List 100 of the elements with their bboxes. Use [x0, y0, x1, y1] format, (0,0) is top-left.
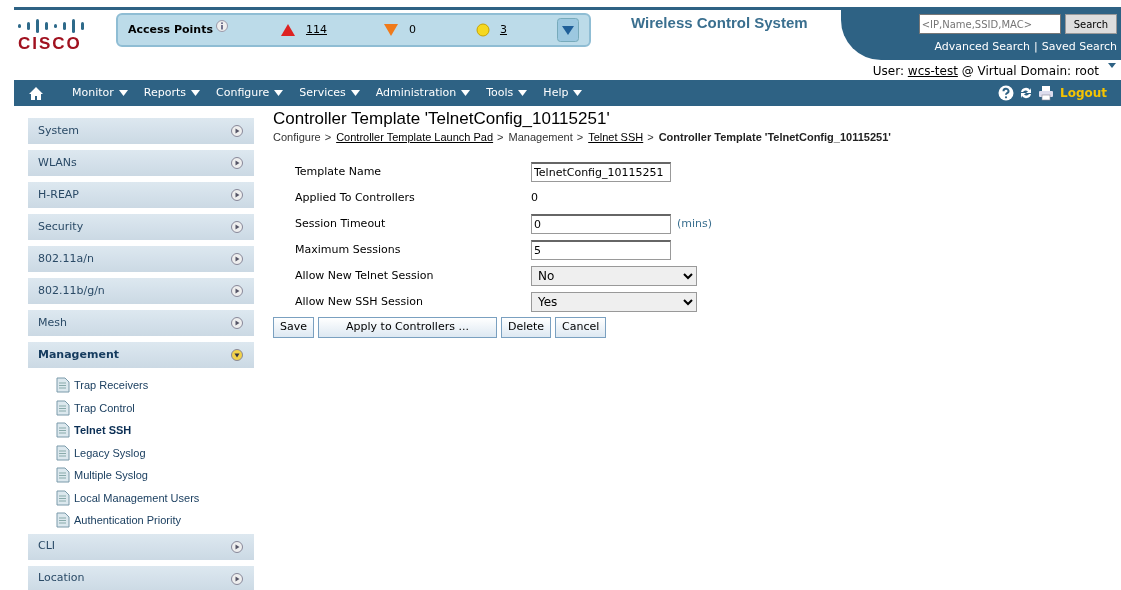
breadcrumb-text: Management [508, 129, 573, 145]
breadcrumb-separator: > [497, 129, 504, 145]
document-icon [56, 444, 70, 461]
username-link[interactable]: wcs-test [907, 64, 958, 78]
input-field[interactable]: 5 [531, 240, 671, 261]
search-button[interactable]: Search [1064, 14, 1117, 34]
caret-icon [518, 89, 528, 96]
field-label: Allow New SSH Session [295, 293, 425, 310]
sidebar-link[interactable]: Trap Receivers [74, 377, 149, 394]
select-field[interactable]: No [531, 266, 697, 287]
app-title: Wireless Control System [631, 13, 808, 33]
select-field[interactable]: Yes [531, 292, 697, 313]
field-value: 0 [531, 189, 538, 206]
alarm-count: 0 [408, 21, 416, 38]
field-label: Maximum Sessions [295, 241, 402, 258]
document-icon [56, 399, 70, 416]
alarm-title: Access Points [128, 21, 213, 38]
menu-item[interactable]: Reports [143, 84, 201, 102]
field-label: Template Name [295, 163, 383, 180]
info-icon[interactable] [215, 19, 228, 32]
caret-icon [461, 89, 471, 96]
menu-item[interactable]: Administration [375, 84, 471, 102]
sidebar-header[interactable]: H-REAP [28, 182, 254, 208]
separator-text: | [1034, 40, 1038, 53]
menu-item[interactable]: Help [543, 84, 583, 102]
caret-icon [350, 89, 360, 96]
sidebar-link[interactable]: Authentication Priority [74, 512, 181, 529]
document-icon [56, 512, 70, 529]
expand-right-icon [230, 252, 244, 266]
home-icon[interactable] [28, 85, 44, 101]
caret-icon [573, 89, 583, 96]
menu-item[interactable]: Services [299, 84, 360, 102]
sidebar-header[interactable]: Location [28, 565, 254, 590]
form-button[interactable]: Apply to Controllers ... [318, 317, 497, 339]
field-label: Session Timeout [295, 215, 387, 232]
expand-right-icon [230, 539, 244, 554]
sidebar-header[interactable]: WLANs [28, 150, 254, 176]
breadcrumb-link[interactable]: Telnet SSH [588, 128, 644, 146]
search-link[interactable]: Advanced Search [934, 40, 1030, 53]
circle-icon [475, 23, 490, 37]
refresh-icon[interactable] [1018, 85, 1034, 101]
field-label: Allow New Telnet Session [295, 267, 435, 284]
logo-text: CISCO [18, 34, 83, 52]
dropdown-icon[interactable] [557, 18, 579, 42]
expand-right-icon [230, 316, 244, 330]
document-icon [56, 422, 70, 439]
sidebar-header[interactable]: System [28, 118, 254, 144]
sidebar-link[interactable]: Telnet SSH [74, 422, 132, 439]
domain-label: @ Virtual Domain: [960, 64, 1073, 78]
expand-right-icon [230, 220, 244, 234]
user-label: User: [872, 64, 905, 78]
sidebar-link[interactable]: Multiple Syslog [74, 467, 148, 484]
menu-item[interactable]: Tools [486, 84, 528, 102]
menu-item[interactable]: Monitor [72, 84, 128, 102]
document-icon [56, 467, 70, 484]
expand-right-icon [230, 124, 244, 138]
domain-value: root [1074, 64, 1099, 78]
expand-right-icon [230, 571, 244, 586]
breadcrumb-separator: > [647, 129, 654, 145]
form-button[interactable]: Save [273, 317, 314, 339]
breadcrumb-link[interactable]: Controller Template Launch Pad [336, 128, 494, 146]
sidebar-header[interactable]: 802.11a/n [28, 246, 254, 272]
sidebar-header[interactable]: CLI [28, 533, 254, 560]
input-field[interactable]: TelnetConfig_10115251 [531, 162, 671, 183]
page-title: Controller Template 'TelnetConfig_10115251' [273, 110, 611, 129]
menu-item[interactable]: Configure [216, 84, 284, 102]
caret-icon[interactable] [1107, 62, 1117, 70]
expand-right-icon [230, 284, 244, 298]
expand-right-icon [230, 156, 244, 170]
alarm-count-link[interactable]: 114 [305, 21, 327, 39]
sidebar-link[interactable]: Trap Control [74, 399, 135, 416]
alarm-count-link[interactable]: 3 [499, 21, 507, 39]
field-label: Applied To Controllers [295, 189, 416, 206]
input-field[interactable]: 0 [531, 214, 671, 235]
sidebar-link[interactable]: Legacy Syslog [74, 444, 146, 461]
search-link[interactable]: Saved Search [1041, 40, 1117, 53]
breadcrumb-separator: > [324, 129, 332, 145]
triangle-up-icon [279, 23, 296, 37]
caret-icon [118, 89, 128, 96]
print-icon[interactable] [1038, 85, 1054, 101]
breadcrumb-text: Controller Template 'TelnetConfig_10115251' [658, 129, 891, 145]
sidebar-header[interactable]: 802.11b/g/n [28, 278, 254, 304]
caret-icon [274, 89, 284, 96]
caret-icon [191, 89, 201, 96]
logout-link[interactable]: Logout [1060, 84, 1107, 102]
sidebar-header[interactable]: Management [28, 342, 254, 368]
sidebar-link[interactable]: Local Management Users [74, 489, 200, 506]
document-icon [56, 377, 70, 394]
document-icon [56, 489, 70, 506]
breadcrumb-separator: > [576, 129, 584, 145]
triangle-down-icon [382, 23, 399, 37]
expand-down-icon [230, 348, 244, 362]
help-icon[interactable] [998, 85, 1014, 101]
form-button[interactable]: Delete [500, 317, 552, 339]
expand-right-icon [230, 188, 244, 202]
form-button[interactable]: Cancel [555, 317, 607, 339]
sidebar-header[interactable]: Mesh [28, 310, 254, 336]
search-field[interactable]: <IP,Name,SSID,MAC> [918, 14, 1061, 34]
breadcrumb-text: Configure [273, 129, 321, 145]
sidebar-header[interactable]: Security [28, 214, 254, 240]
